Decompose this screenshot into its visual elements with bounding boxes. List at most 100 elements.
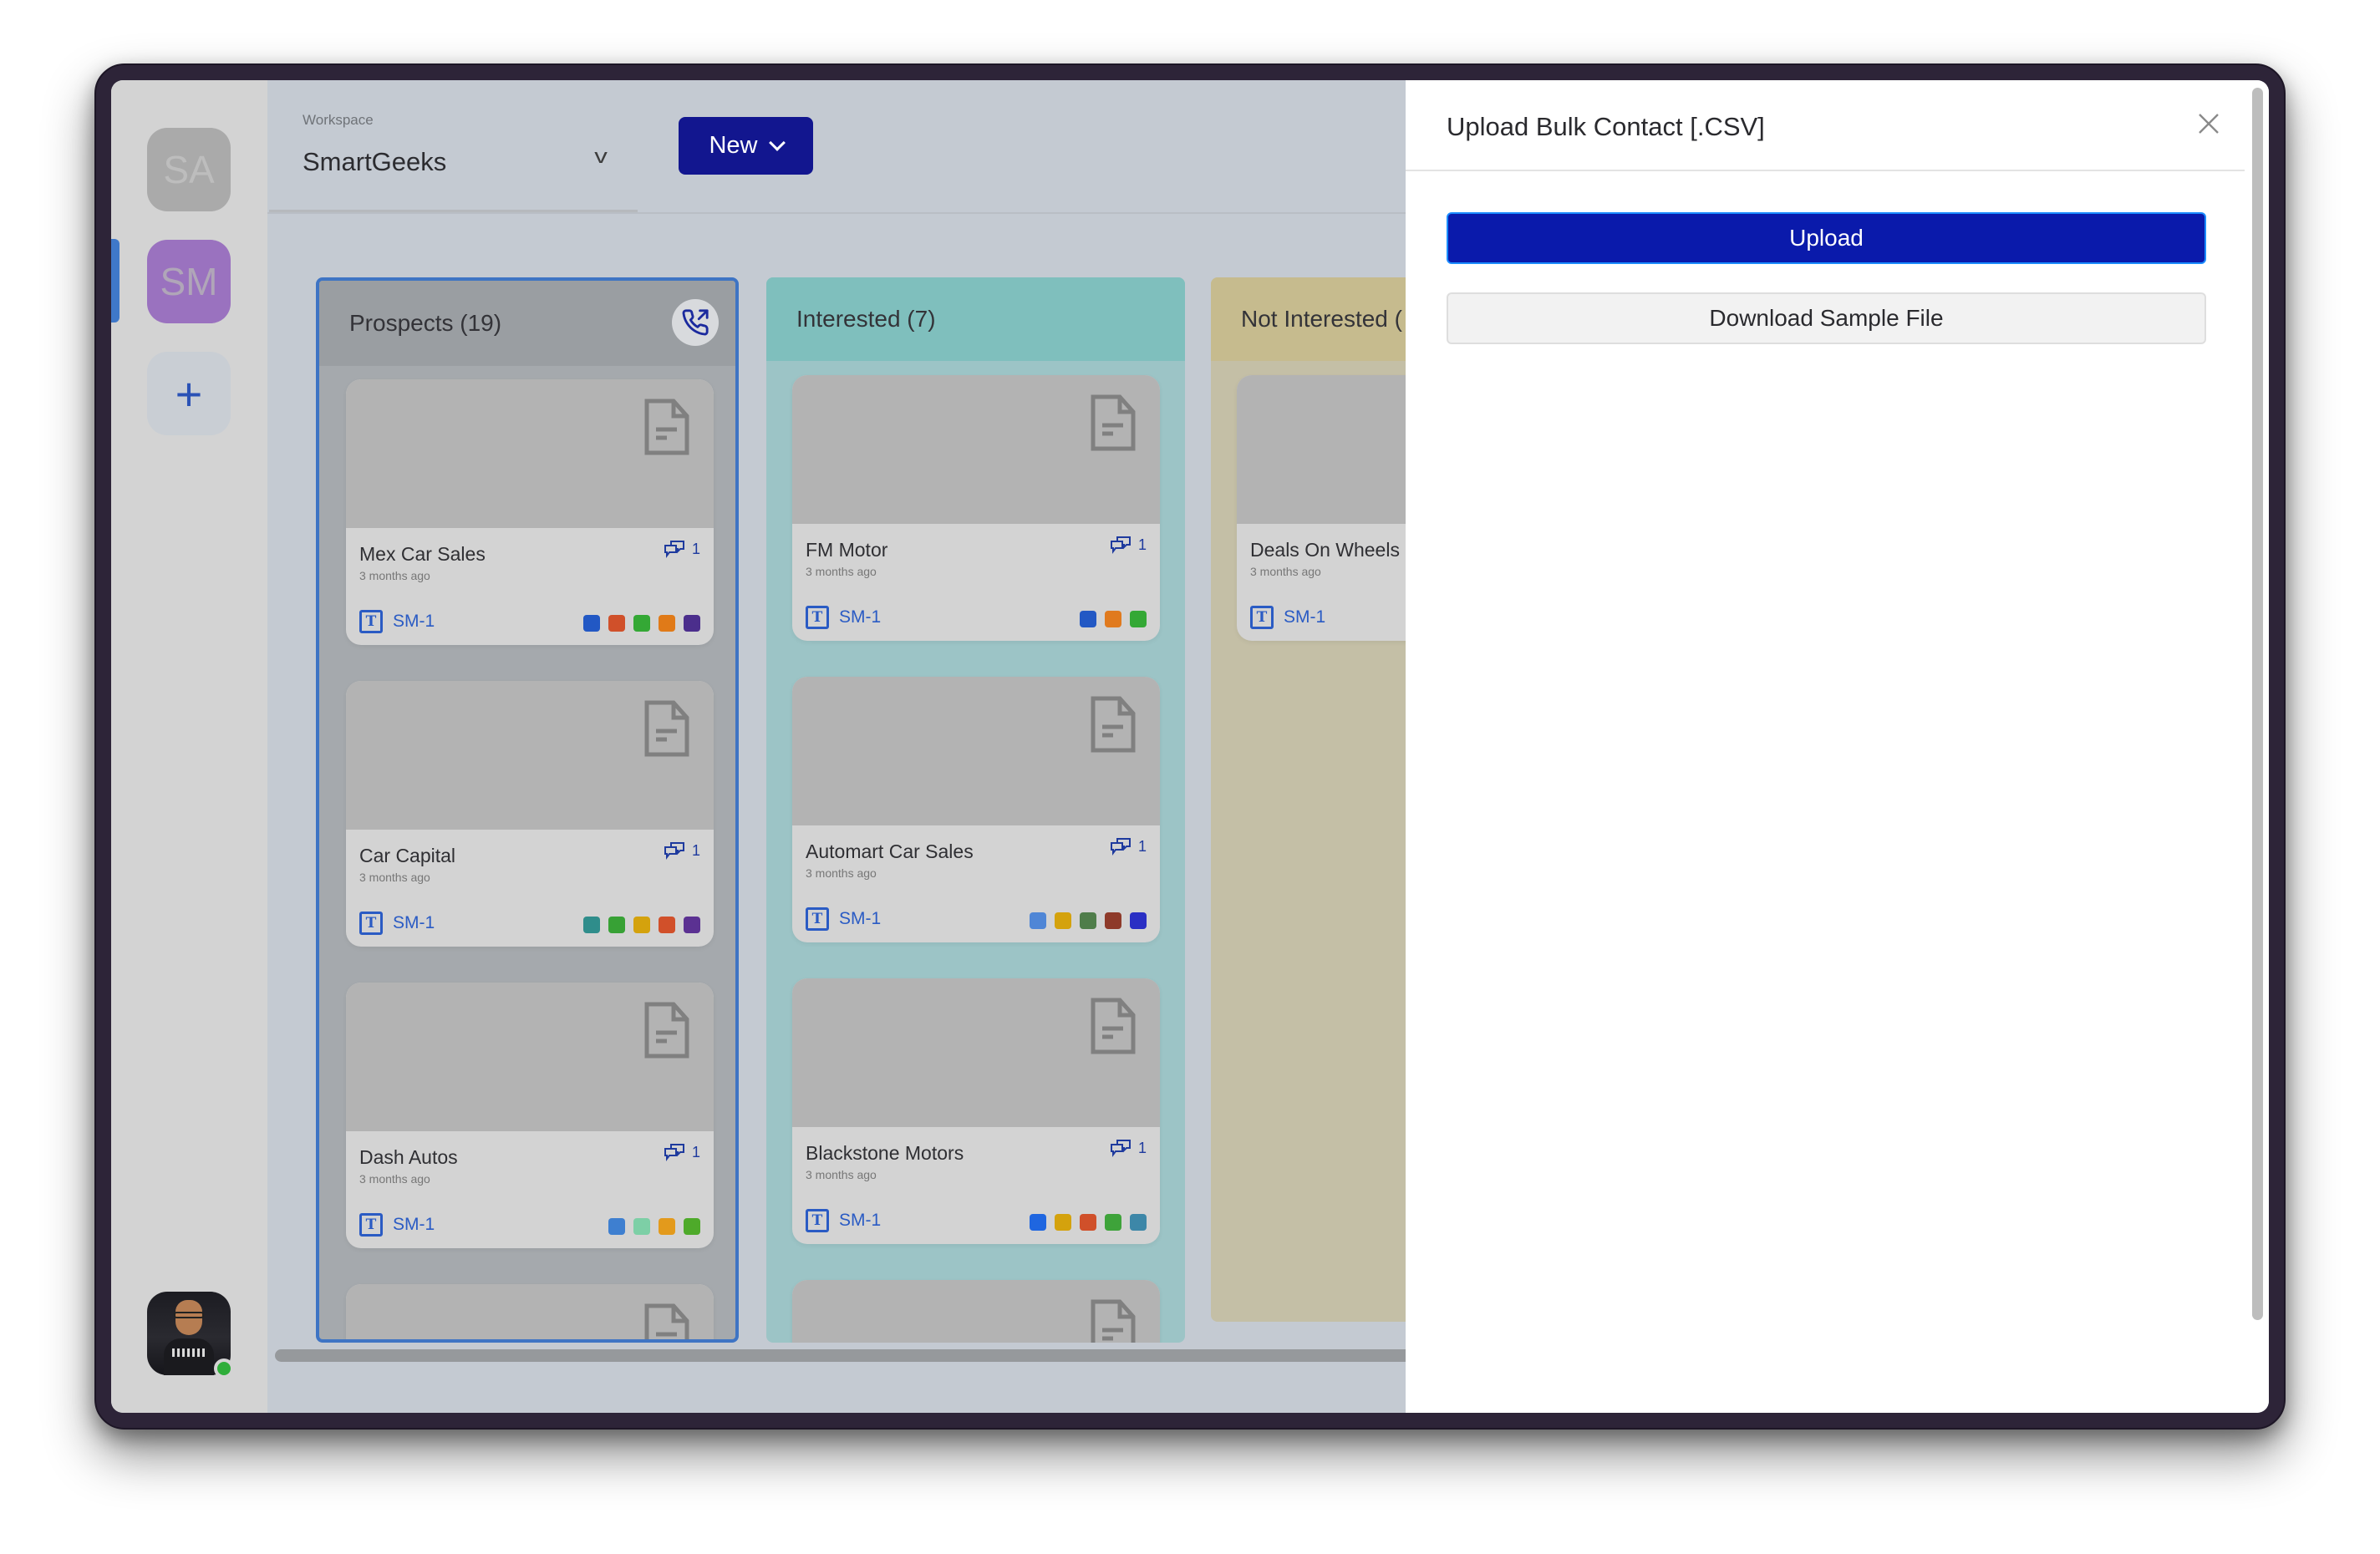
card-thumbnail [792,978,1160,1127]
comment-count-value: 1 [691,841,700,859]
label-swatch [633,917,650,933]
new-button-label: New [709,132,758,159]
comment-count[interactable]: 1 [1110,1139,1147,1157]
comment-count-value: 1 [1137,837,1147,855]
card-timestamp: 3 months ago [1250,565,1321,578]
close-button[interactable] [2195,110,2222,137]
comment-count-value: 1 [1137,1139,1147,1156]
card-title: FM Motor [806,539,888,561]
comment-count[interactable]: 1 [1110,837,1147,856]
text-type-icon: T [806,907,829,931]
document-icon [1091,696,1136,753]
header-divider [267,212,1406,214]
drawer-vertical-scrollbar[interactable] [2252,88,2263,1320]
new-button[interactable]: New [679,117,813,175]
label-swatch [608,917,625,933]
card-thumbnail [346,681,714,830]
comment-count[interactable]: 1 [664,841,700,860]
comment-count[interactable]: 1 [1110,536,1147,554]
contact-card[interactable] [792,1280,1160,1343]
card-tag[interactable]: T SM-1 [806,1209,881,1232]
avatar-photo-shirt [164,1338,214,1375]
card-timestamp: 3 months ago [806,1168,877,1181]
upload-bulk-contact-drawer: Upload Bulk Contact [.CSV] Upload Downlo… [1406,80,2269,1413]
contact-card[interactable]: Automart Car Sales 3 months ago 1 T SM-1 [792,677,1160,942]
avatar-photo-glasses [174,1312,204,1318]
text-type-icon: T [806,1209,829,1232]
board-horizontal-scrollbar[interactable] [275,1349,1411,1362]
card-tag[interactable]: T SM-1 [1250,606,1325,629]
label-swatch [1105,1214,1121,1231]
card-thumbnail [792,677,1160,825]
document-icon [1091,394,1136,451]
card-timestamp: 3 months ago [359,569,430,582]
chevron-down-icon[interactable]: v [594,145,608,169]
card-title: Dash Autos [359,1146,458,1168]
workspace-avatar-sa[interactable]: SA [147,128,231,211]
label-swatch [1130,912,1147,929]
card-tag-label: SM-1 [1284,607,1326,627]
card-tag-label: SM-1 [393,913,435,932]
workspace-value: SmartGeeks [303,147,447,176]
card-tag-label: SM-1 [839,909,882,928]
text-type-icon: T [359,1213,383,1237]
comment-count[interactable]: 1 [664,1143,700,1161]
card-tag[interactable]: T SM-1 [359,610,435,633]
column-prospects: Prospects (19) Mex Car Sales 3 months ag… [316,277,739,1343]
label-swatch [659,917,675,933]
label-swatches [583,917,700,933]
card-tag-label: SM-1 [839,607,882,627]
call-button[interactable] [672,299,719,346]
upload-button[interactable]: Upload [1447,212,2206,264]
card-title: Car Capital [359,845,456,866]
card-tag[interactable]: T SM-1 [806,907,881,931]
label-swatch [1080,912,1096,929]
card-title: Deals On Wheels [1250,539,1400,561]
label-swatch [684,917,700,933]
comments-icon [664,842,684,860]
card-timestamp: 3 months ago [806,866,877,880]
contact-card[interactable]: Car Capital 3 months ago 1 T SM-1 [346,681,714,947]
card-thumbnail [346,1284,714,1339]
label-swatch [1030,912,1046,929]
drawer-title: Upload Bulk Contact [.CSV] [1447,112,1765,141]
workspace-avatar-sm[interactable]: SM [147,240,231,323]
comment-count[interactable]: 1 [664,540,700,558]
card-tag[interactable]: T SM-1 [806,606,881,629]
document-icon [644,399,689,455]
label-swatches [1030,912,1147,929]
text-type-icon: T [806,606,829,629]
document-icon [1091,1299,1136,1343]
label-swatch [1105,611,1121,627]
contact-card[interactable]: Blackstone Motors 3 months ago 1 T SM-1 [792,978,1160,1244]
card-timestamp: 3 months ago [359,871,430,884]
label-swatch [1130,611,1147,627]
user-profile-avatar[interactable] [147,1292,234,1379]
contact-card[interactable]: FM Motor 3 months ago 1 T SM-1 [792,375,1160,641]
label-swatch [633,1218,650,1235]
column-title: Not Interested ( [1241,306,1402,332]
card-thumbnail [792,375,1160,524]
card-tag[interactable]: T SM-1 [359,1213,435,1237]
label-swatches [1080,611,1147,627]
label-swatch [1030,1214,1046,1231]
label-swatch [684,1218,700,1235]
download-sample-file-button[interactable]: Download Sample File [1447,292,2206,344]
add-workspace-button[interactable]: + [147,352,231,435]
label-swatch [659,1218,675,1235]
phone-outgoing-icon [682,309,709,336]
label-swatch [583,917,600,933]
card-thumbnail [346,983,714,1131]
contact-card[interactable]: Mex Car Sales 3 months ago 1 T SM-1 [346,379,714,645]
label-swatches [1030,1214,1147,1231]
contact-card[interactable] [346,1284,714,1339]
workspace-select[interactable]: SmartGeeks [303,147,637,180]
contact-card[interactable]: Dash Autos 3 months ago 1 T SM-1 [346,983,714,1248]
comment-count-value: 1 [691,1143,700,1160]
card-tag[interactable]: T SM-1 [359,912,435,935]
label-swatch [1080,611,1096,627]
label-swatch [659,615,675,632]
avatar-photo-print [172,1348,206,1357]
comment-count-value: 1 [1137,536,1147,553]
label-swatch [1105,912,1121,929]
